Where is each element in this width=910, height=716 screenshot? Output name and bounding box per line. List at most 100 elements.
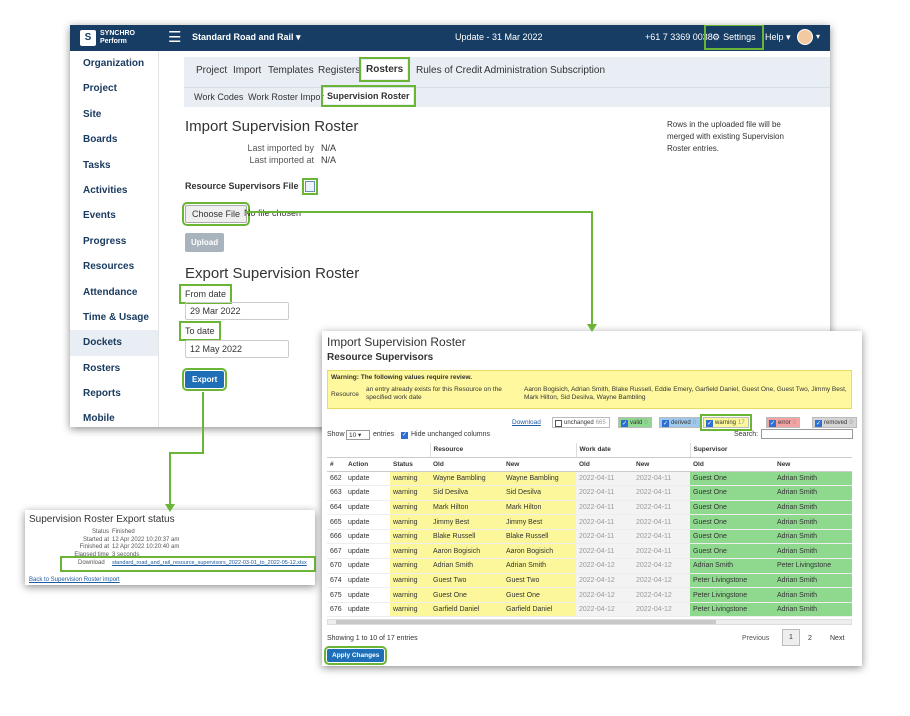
- tab-work-codes[interactable]: Work Codes: [194, 92, 243, 102]
- column-header[interactable]: Old: [690, 457, 774, 472]
- tab-registers[interactable]: Registers: [318, 65, 360, 76]
- status-value: Finished: [112, 529, 135, 535]
- download-file-link[interactable]: standard_road_and_rail_resource_supervis…: [112, 560, 307, 566]
- download-link[interactable]: Download: [512, 419, 541, 426]
- column-header[interactable]: New: [774, 457, 852, 472]
- tab-rosters[interactable]: Rosters: [358, 57, 411, 82]
- tab-project[interactable]: Project: [196, 65, 227, 76]
- table-row[interactable]: 663 update warning Sid Desilva Sid Desilva 20…: [327, 485, 852, 501]
- update-selector[interactable]: Update - 31 Mar 2022: [455, 32, 543, 42]
- table-cell: 670: [327, 558, 345, 574]
- sidebar-item-reports[interactable]: Reports: [70, 381, 158, 406]
- sidebar-item-resources[interactable]: Resources: [70, 254, 158, 279]
- filter-warning[interactable]: ✓ warning 17: [700, 414, 752, 431]
- sidebar-item-boards[interactable]: Boards: [70, 127, 158, 152]
- table-row[interactable]: 667 update warning Aaron Bogisich Aaron Bogi…: [327, 543, 852, 560]
- previous-page[interactable]: Previous: [742, 635, 769, 642]
- table-cell: 662: [327, 471, 345, 487]
- sidebar-item-mobile[interactable]: Mobile: [70, 406, 158, 427]
- filter-label: valid: [630, 420, 643, 426]
- sidebar-item-organization[interactable]: Organization: [70, 51, 158, 76]
- filter-checkbox[interactable]: ✓: [769, 419, 776, 427]
- sidebar-item-progress[interactable]: Progress: [70, 229, 158, 254]
- scroll-thumb[interactable]: [336, 620, 716, 624]
- hide-unchanged-label: Hide unchanged columns: [411, 431, 490, 438]
- table-row[interactable]: 666 update warning Blake Russell Blake Russe…: [327, 529, 852, 545]
- from-date-input[interactable]: 29 Mar 2022: [185, 302, 289, 320]
- hide-unchanged-checkbox[interactable]: ✓: [401, 432, 408, 439]
- sidebar-item-attendance[interactable]: Attendance: [70, 280, 158, 305]
- tab-supervision-roster[interactable]: Supervision Roster: [321, 85, 416, 107]
- project-selector[interactable]: Standard Road and Rail ▾: [192, 32, 301, 43]
- tab-rules-of-credit[interactable]: Rules of Credit: [416, 65, 482, 76]
- next-page[interactable]: Next: [830, 635, 844, 642]
- column-header[interactable]: New: [503, 457, 576, 472]
- sidebar-item-rosters[interactable]: Rosters: [70, 356, 158, 381]
- column-header[interactable]: #: [327, 457, 345, 472]
- filter-error[interactable]: ✓ error 0: [766, 417, 801, 428]
- page-2[interactable]: 2: [808, 635, 812, 642]
- filter-checkbox[interactable]: ✓: [621, 419, 628, 427]
- upload-button[interactable]: Upload: [185, 233, 225, 252]
- tab-subscription[interactable]: Subscription: [550, 65, 605, 76]
- sidebar-item-project[interactable]: Project: [70, 76, 158, 101]
- table-cell: Sid Desilva: [503, 485, 576, 501]
- horizontal-scrollbar[interactable]: [327, 619, 852, 625]
- filter-checkbox[interactable]: ✓: [706, 419, 713, 427]
- to-date-label: To date: [179, 321, 221, 341]
- sidebar-item-site[interactable]: Site: [70, 102, 158, 127]
- to-date-input[interactable]: 12 May 2022: [185, 340, 289, 358]
- sidebar-item-dockets[interactable]: Dockets: [70, 330, 158, 356]
- search-input[interactable]: [761, 429, 853, 439]
- chevron-down-icon[interactable]: ▾: [816, 32, 820, 41]
- table-row[interactable]: 676 update warning Garfield Daniel Garfield …: [327, 602, 852, 618]
- tab-templates[interactable]: Templates: [268, 65, 314, 76]
- sidebar-item-tasks[interactable]: Tasks: [70, 153, 158, 178]
- table-cell: 2022-04-12: [633, 602, 690, 618]
- filter-valid[interactable]: ✓ valid 0: [618, 417, 652, 428]
- choose-file-button[interactable]: Choose File: [181, 202, 251, 226]
- column-header[interactable]: Old: [430, 457, 503, 472]
- help-menu[interactable]: Help ▾: [765, 32, 791, 43]
- filter-label: unchanged: [564, 420, 594, 426]
- page-1[interactable]: 1: [782, 629, 800, 646]
- filter-derived[interactable]: ✓ derived 0: [659, 417, 701, 428]
- tab-import[interactable]: Import: [233, 65, 261, 76]
- table-cell: Wayne Bambling: [430, 471, 503, 487]
- column-header[interactable]: New: [633, 457, 690, 472]
- table-row[interactable]: 662 update warning Wayne Bambling Wayne Bamb…: [327, 471, 852, 487]
- table-cell: 2022-04-11: [633, 514, 690, 530]
- table-row[interactable]: 665 update warning Jimmy Best Jimmy Best 2022…: [327, 514, 852, 530]
- hamburger-menu-icon[interactable]: ☰: [168, 28, 181, 46]
- filter-removed[interactable]: ✓ removed 0: [812, 417, 857, 428]
- settings-menu[interactable]: ⚙ Settings: [704, 25, 764, 50]
- filter-checkbox[interactable]: [555, 419, 562, 427]
- export-button[interactable]: Export: [181, 368, 228, 391]
- table-row[interactable]: 664 update warning Mark Hilton Mark Hilton 20…: [327, 500, 852, 516]
- synchro-logo[interactable]: S SYNCHRO Perform: [80, 28, 135, 48]
- template-file-icon[interactable]: [302, 178, 318, 195]
- column-header[interactable]: Status: [390, 457, 430, 472]
- column-header[interactable]: Action: [345, 457, 390, 472]
- avatar[interactable]: [797, 29, 813, 45]
- apply-changes-button[interactable]: Apply Changes: [323, 646, 388, 665]
- back-to-import-link[interactable]: Back to Supervision Roster import: [29, 577, 120, 583]
- page-size-select[interactable]: 10 ▾: [346, 430, 370, 440]
- warning-title: Warning: The following values require re…: [331, 374, 473, 381]
- table-cell: Guest One: [690, 471, 774, 487]
- column-header[interactable]: Old: [576, 457, 633, 472]
- table-row[interactable]: 670 update warning Adrian Smith Adrian Smith…: [327, 558, 852, 574]
- tab-administration[interactable]: Administration: [484, 65, 547, 76]
- tab-work-roster-import[interactable]: Work Roster Import: [248, 92, 326, 102]
- entries-label: entries: [373, 431, 395, 438]
- filter-checkbox[interactable]: ✓: [815, 419, 822, 427]
- sidebar-item-events[interactable]: Events: [70, 203, 158, 228]
- table-row[interactable]: 675 update warning Guest One Guest One 2022-0…: [327, 587, 852, 603]
- sidebar-item-activities[interactable]: Activities: [70, 178, 158, 203]
- filter-checkbox[interactable]: ✓: [662, 419, 669, 427]
- table-cell: Adrian Smith: [430, 558, 503, 574]
- filter-unchanged[interactable]: unchanged 665: [552, 417, 610, 428]
- download-label: Download: [78, 560, 105, 566]
- sidebar-item-time-usage[interactable]: Time & Usage: [70, 305, 158, 330]
- table-row[interactable]: 674 update warning Guest Two Guest Two 2022-0…: [327, 573, 852, 589]
